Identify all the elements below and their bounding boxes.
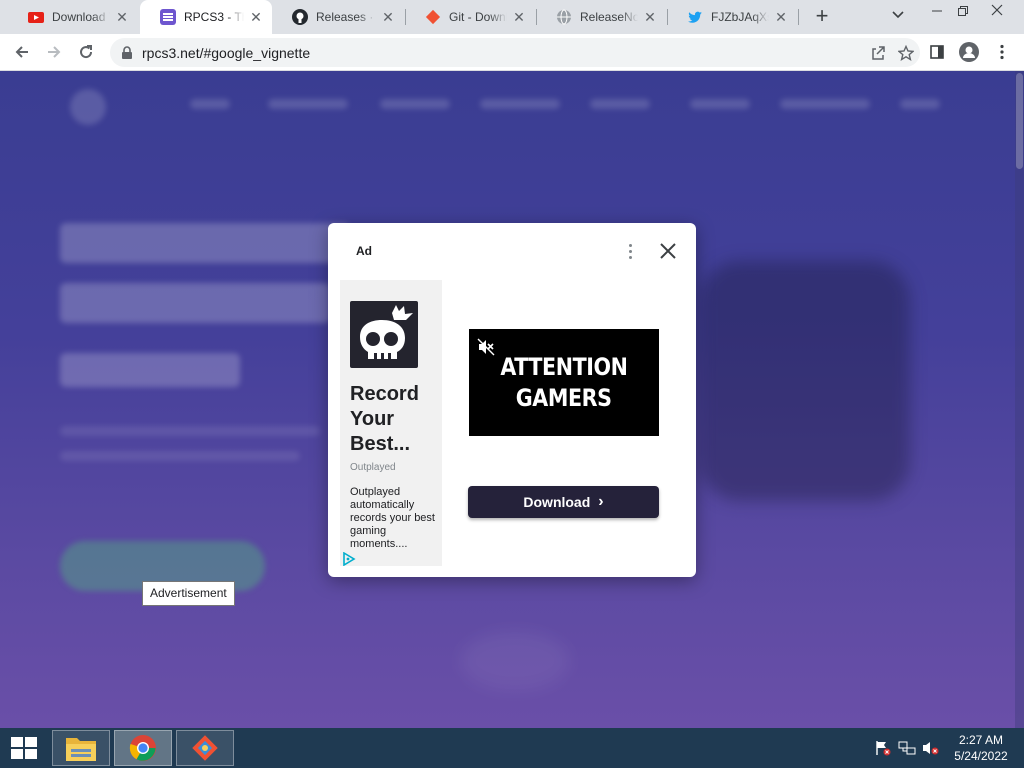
profile-avatar-icon[interactable] [955,38,983,66]
close-tab-icon[interactable]: ✕ [248,9,264,25]
share-icon[interactable] [864,39,892,67]
controller-image-blurred [700,261,910,501]
close-tab-icon[interactable]: ✕ [380,9,396,25]
scrollbar-thumb[interactable] [1016,73,1023,169]
close-tab-icon[interactable]: ✕ [114,9,130,25]
page-scrollbar[interactable] [1015,71,1024,728]
hero-heading-blurred [60,353,240,387]
ad-options-icon[interactable] [620,241,640,261]
nav-item-blurred [780,99,870,109]
taskbar-chrome[interactable] [114,730,172,766]
forward-icon[interactable] [40,38,68,66]
new-tab-button[interactable]: + [810,5,834,29]
video-text-line2: GAMERS [516,383,612,412]
nav-item-blurred [590,99,650,109]
muted-speaker-icon[interactable] [477,338,495,356]
nav-item-blurred [268,99,348,109]
close-tab-icon[interactable]: ✕ [642,9,658,25]
ad-description[interactable]: Outplayed automatically records your bes… [350,486,438,551]
ad-video[interactable]: ATTENTION GAMERS [469,329,659,436]
clock-date: 5/24/2022 [954,749,1008,763]
menu-kebab-icon[interactable] [988,38,1016,66]
nav-item-blurred [380,99,450,109]
reload-icon[interactable] [72,38,100,66]
network-icon[interactable] [898,740,916,756]
ad-advertiser[interactable]: Outplayed [350,462,396,473]
ad-label: Ad [356,244,372,258]
tab-title: Download YouTube [52,10,110,24]
close-tab-icon[interactable]: ✕ [511,9,527,25]
windows-taskbar: 2:27 AM 5/24/2022 [0,728,1024,768]
download-button[interactable]: Download › [468,486,659,518]
volume-muted-icon[interactable] [922,740,940,756]
youtube-icon [28,9,44,25]
git-gui-icon [192,735,218,761]
hero-text-blurred [60,426,320,436]
taskbar-git-gui[interactable] [176,730,234,766]
download-button-label: Download [523,494,591,510]
back-icon[interactable] [8,38,36,66]
tab-title: Git - Downloads [449,10,507,24]
tab-twitter-image[interactable]: FJZbJAqXsAo ✕ [667,0,797,34]
nav-item-blurred [690,99,750,109]
chevron-right-icon: › [598,493,604,510]
side-panel-icon[interactable] [923,38,951,66]
hero-heading-blurred [60,283,330,323]
skull-crown-logo-icon[interactable] [350,301,418,368]
address-bar[interactable]: rpcs3.net/#google_vignette [110,38,920,67]
tab-github-releases[interactable]: Releases · github ✕ [272,0,404,34]
twitter-icon [687,9,703,25]
close-icon[interactable] [656,239,680,263]
nav-item-blurred [190,99,230,109]
github-icon [292,9,308,25]
taskbar-file-explorer[interactable] [52,730,110,766]
tab-git-downloads[interactable]: Git - Downloads ✕ [405,0,535,34]
ad-info-panel[interactable]: Record Your Best... Outplayed Outplayed … [340,280,442,566]
tab-strip: Download YouTube ✕ RPCS3 - The ✕ Release… [0,0,1024,34]
adchoices-icon[interactable] [342,551,356,567]
git-icon [425,9,441,25]
decor-blurred [460,631,570,691]
rpcs3-icon [160,9,176,25]
chrome-icon [129,735,156,761]
nav-item-blurred [480,99,560,109]
site-logo-blurred [70,89,106,125]
video-text-line1: ATTENTION [500,352,628,381]
tab-download-youtube[interactable]: Download YouTube ✕ [8,0,138,34]
url-text[interactable]: rpcs3.net/#google_vignette [142,45,864,61]
folder-icon [66,738,96,761]
start-button[interactable] [0,728,48,768]
ad-headline[interactable]: Record Your Best... [350,382,440,457]
windows-logo-icon [11,737,37,759]
nav-item-blurred [900,99,940,109]
close-tab-icon[interactable]: ✕ [773,9,789,25]
close-window-icon[interactable] [982,0,1012,30]
globe-icon [556,9,572,25]
clock-time: 2:27 AM [958,733,1004,747]
advertisement-tooltip: Advertisement [142,581,235,606]
hero-text-blurred [60,451,300,461]
tab-title: FJZbJAqXsAo [711,10,769,24]
lock-icon[interactable] [120,45,134,60]
tab-title: Releases · github [316,10,376,24]
system-clock[interactable]: 2:27 AM 5/24/2022 [948,732,1014,764]
hero-heading-blurred [60,223,350,263]
browser-toolbar: rpcs3.net/#google_vignette [0,34,1024,71]
tab-search-icon[interactable] [888,8,908,26]
bookmark-star-icon[interactable] [892,39,920,67]
ad-vignette-dialog: Ad Record Your Best... Outplayed Outplay… [328,223,696,577]
restore-icon[interactable] [948,0,978,30]
tab-divider [798,9,799,25]
tab-title: RPCS3 - The [184,10,244,24]
tab-rpcs3[interactable]: RPCS3 - The ✕ [140,0,272,34]
tab-title: ReleaseNotes [580,10,638,24]
action-center-flag-icon[interactable] [874,740,892,756]
tab-release-notes[interactable]: ReleaseNotes ✕ [536,0,666,34]
